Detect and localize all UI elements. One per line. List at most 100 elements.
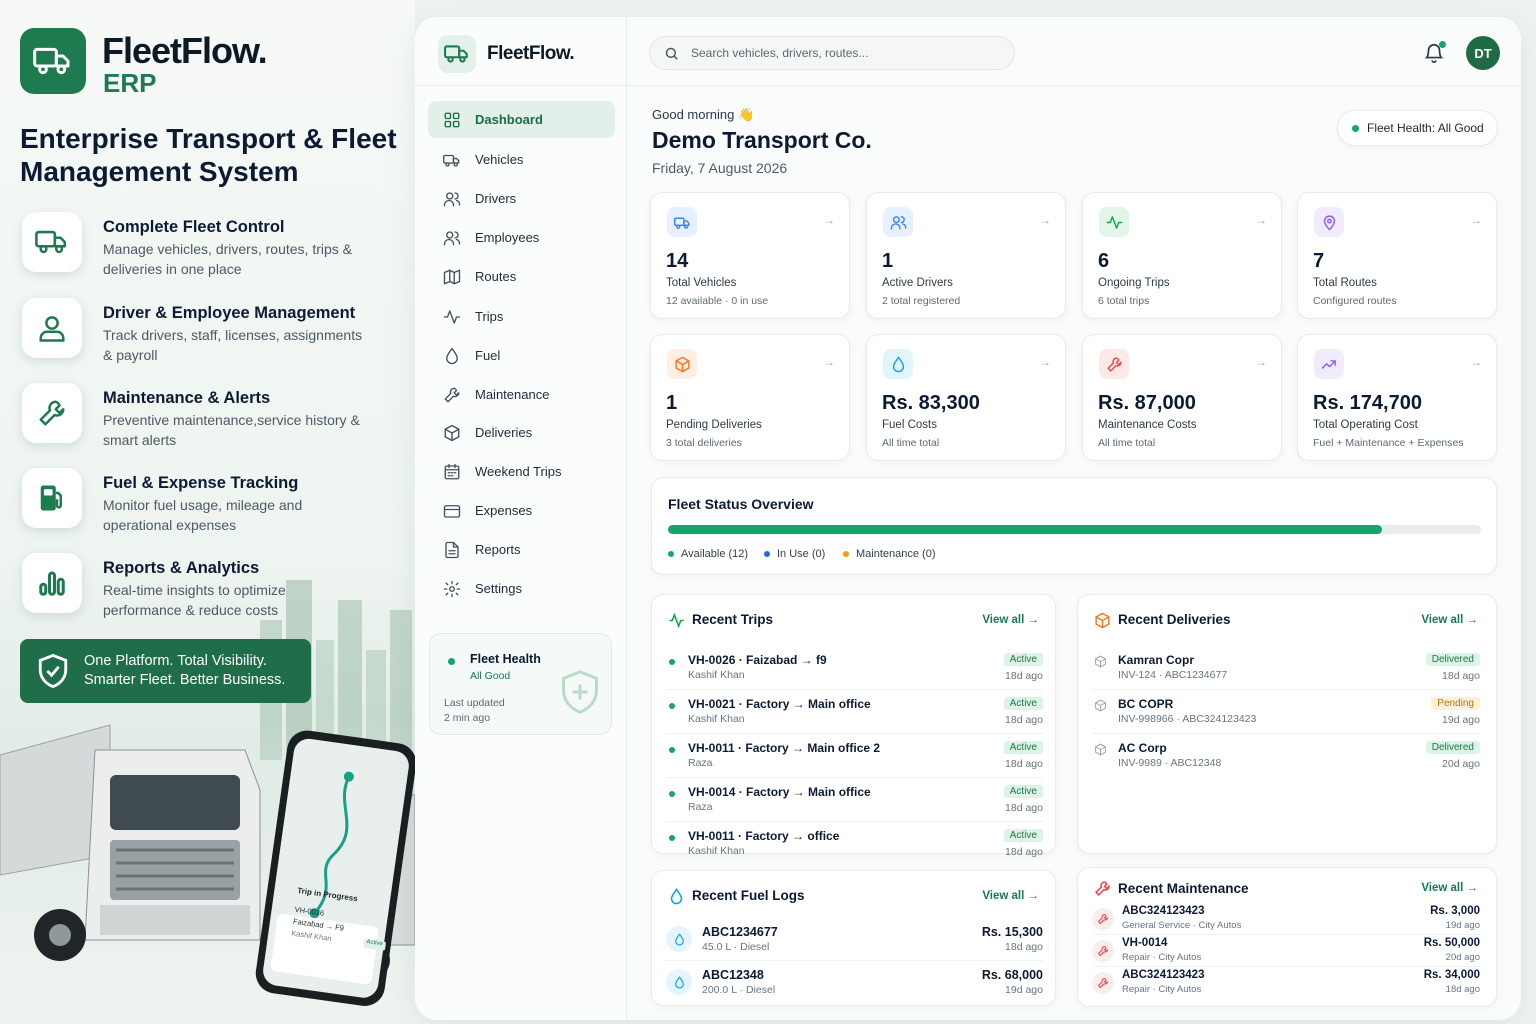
trip-row[interactable]: VH-0014 · Factory → Main office Raza Activ… (666, 779, 1043, 822)
wallet-icon (443, 504, 461, 518)
sidebar-item-drivers[interactable]: Drivers (428, 180, 615, 217)
droplet-icon (670, 888, 683, 905)
divider (415, 85, 627, 86)
stat-card-total-vehicles[interactable]: → 14 Total Vehicles 12 available · 0 in use (650, 192, 850, 319)
amount: Rs. 50,000 (1423, 937, 1480, 949)
feature-title: Reports & Analytics (103, 559, 260, 577)
fuel-log-row[interactable]: ABC1234677 45.0 L · Diesel Rs. 15,300 18d a… (666, 919, 1043, 961)
activity-icon (443, 309, 461, 324)
avatar[interactable]: DT (1466, 36, 1500, 70)
activity-icon (669, 612, 684, 629)
feature-desc: Manage vehicles, drivers, routes, trips … (103, 241, 352, 277)
file-icon (445, 541, 459, 558)
row-title: VH-0021 · Factory → Main office (688, 697, 871, 711)
recent-maintenance-title: Recent Maintenance (1118, 881, 1249, 896)
row-subtitle: INV-9989 · ABC12348 (1118, 757, 1222, 769)
fleet-health-card: Fleet Health All Good Last updated 2 min… (429, 633, 612, 735)
maintenance-row[interactable]: ABC324123423 Repair · City Autos Rs. 34,00… (1092, 968, 1480, 999)
notification-dot (1439, 41, 1446, 48)
wrench-icon (1097, 977, 1109, 989)
sidebar-item-routes[interactable]: Routes (428, 258, 615, 295)
trip-row[interactable]: VH-0011 · Factory → Main office 2 Raza Act… (666, 735, 1043, 778)
sidebar-item-deliveries[interactable]: Deliveries (428, 414, 615, 451)
stat-card-ongoing-trips[interactable]: → 6 Ongoing Trips 6 total trips (1082, 192, 1282, 319)
maintenance-row[interactable]: ABC324123423 General Service · City Autos… (1092, 904, 1480, 935)
sidebar-item-label: Drivers (475, 191, 517, 206)
stat-icon-box (883, 207, 913, 237)
arrow-right-icon: → (1039, 213, 1051, 227)
fleet-illustration (0, 715, 415, 1024)
fleet-health-pill-label: Fleet Health: All Good (1367, 121, 1484, 135)
search-icon (665, 47, 678, 60)
feature-fleet-control: Complete Fleet Control Manage vehicles, … (20, 212, 410, 282)
recent-maintenance-view-all[interactable]: View all → (1421, 882, 1478, 894)
droplet-icon (892, 356, 904, 372)
stat-card-fuel-costs[interactable]: → Rs. 83,300 Fuel Costs All time total (866, 334, 1066, 461)
stat-card-maintenance-costs[interactable]: → Rs. 87,000 Maintenance Costs All time tot… (1082, 334, 1282, 461)
status-dot (669, 835, 675, 841)
arrow-right-icon: → (1255, 355, 1267, 369)
feature-desc: Preventive maintenance,service history &… (103, 412, 360, 448)
row-title: BC COPR (1118, 697, 1174, 711)
recent-fuel-view-all[interactable]: View all → (982, 890, 1039, 902)
fleet-health-status: All Good (470, 670, 511, 682)
wrench-icon (1095, 881, 1110, 896)
arrow-right-icon: → (1470, 355, 1482, 369)
sidebar-item-expenses[interactable]: Expenses (428, 492, 615, 529)
time-ago: 18d ago (1005, 802, 1043, 814)
sidebar-item-fuel[interactable]: Fuel (428, 337, 615, 374)
trip-row[interactable]: VH-0011 · Factory → office Kashif Khan Act… (666, 823, 1043, 866)
fleet-health-pill: Fleet Health: All Good (1337, 110, 1498, 146)
marketing-panel: FleetFlow. ERP Enterprise Transport & Fl… (0, 0, 415, 1024)
stat-icon-box (1314, 349, 1344, 379)
sidebar-item-label: Vehicles (475, 152, 524, 167)
sidebar-item-employees[interactable]: Employees (428, 219, 615, 256)
fuel-log-row[interactable]: ABC12348 200.0 L · Diesel Rs. 68,000 19d ag… (666, 962, 1043, 1004)
delivery-row[interactable]: Kamran Copr INV-124 · ABC1234677 Delivered… (1092, 647, 1480, 690)
trip-row[interactable]: VH-0026 · Faizabad → f9 Kashif Khan Active… (666, 647, 1043, 690)
stat-card-total-operating-cost[interactable]: → Rs. 174,700 Total Operating Cost Fuel + M… (1297, 334, 1497, 461)
fuel-icon-circle (666, 969, 692, 995)
wrench-icon (1106, 356, 1122, 372)
feature-desc: Real-time insights to optimize performan… (103, 582, 286, 618)
sidebar-item-trips[interactable]: Trips (428, 298, 615, 335)
trending-up-icon (1321, 359, 1336, 369)
recent-deliveries-view-all[interactable]: View all → (1421, 614, 1478, 626)
sidebar-item-dashboard[interactable]: Dashboard (428, 101, 615, 138)
legend-available: Available (12) (668, 548, 748, 560)
app-logo[interactable] (438, 35, 476, 73)
stat-card-total-routes[interactable]: → 7 Total Routes Configured routes (1297, 192, 1497, 319)
row-subtitle: INV-124 · ABC1234677 (1118, 669, 1228, 681)
status-badge: Active (1003, 741, 1043, 754)
maintenance-row[interactable]: VH-0014 Repair · City Autos Rs. 50,000 20d … (1092, 936, 1480, 967)
time-ago: 18d ago (1442, 670, 1480, 682)
sidebar-item-vehicles[interactable]: Vehicles (428, 141, 615, 178)
stat-card-pending-deliveries[interactable]: → 1 Pending Deliveries 3 total deliveries (650, 334, 850, 461)
sidebar-item-weekend-trips[interactable]: Weekend Trips (428, 453, 615, 490)
search-bar[interactable] (649, 36, 1015, 70)
time-ago: 18d ago (1445, 984, 1480, 995)
stat-value: 6 (1098, 250, 1110, 272)
sidebar-item-label: Expenses (475, 503, 533, 518)
sidebar-item-maintenance[interactable]: Maintenance (428, 376, 615, 413)
package-icon (1094, 743, 1107, 761)
delivery-row[interactable]: BC COPR INV-998966 · ABC324123423 Pending 1… (1092, 691, 1480, 734)
recent-deliveries-title: Recent Deliveries (1118, 612, 1231, 627)
recent-trips-view-all[interactable]: View all → (982, 614, 1039, 626)
trip-row[interactable]: VH-0021 · Factory → Main office Kashif Kh… (666, 691, 1043, 734)
package-icon (1095, 612, 1110, 629)
row-title: ABC1234677 (702, 925, 778, 939)
notifications-button[interactable] (1423, 41, 1447, 67)
search-input[interactable] (691, 46, 991, 60)
row-subtitle: Repair · City Autos (1122, 984, 1202, 995)
brand-subtitle: ERP (103, 68, 157, 98)
feature-icon-box (22, 468, 82, 528)
stat-card-active-drivers[interactable]: → 1 Active Drivers 2 total registered (866, 192, 1066, 319)
feature-icon-box (22, 298, 82, 358)
amount: Rs. 68,000 (981, 968, 1043, 982)
delivery-row[interactable]: AC Corp INV-9989 · ABC12348 Delivered 20d a… (1092, 735, 1480, 778)
stat-value: 7 (1313, 250, 1325, 272)
sidebar-item-reports[interactable]: Reports (428, 531, 615, 568)
stat-subtext: 3 total deliveries (666, 437, 742, 449)
sidebar-item-settings[interactable]: Settings (428, 570, 615, 607)
